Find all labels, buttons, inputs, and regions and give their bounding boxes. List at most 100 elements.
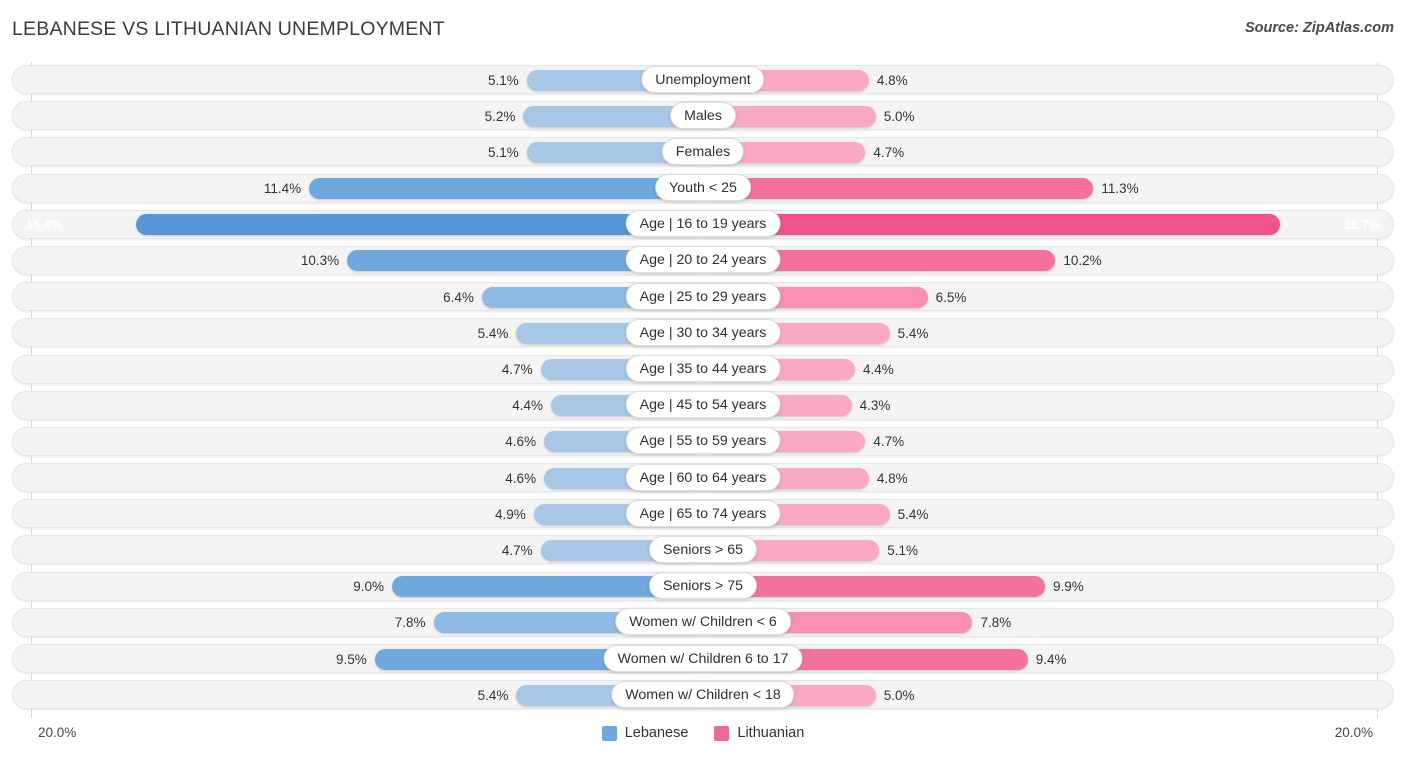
right-value-label: 7.8%	[980, 615, 1012, 631]
legend-swatch-icon	[601, 725, 617, 741]
left-bar-wrap: 4.7%	[12, 539, 703, 561]
category-label-pill: Age | 20 to 24 years	[625, 246, 781, 274]
legend-label: Lebanese	[624, 725, 689, 741]
left-value-label: 7.8%	[394, 615, 426, 631]
left-bar	[136, 214, 703, 236]
left-bar-wrap: 4.6%	[12, 467, 703, 489]
left-bar-wrap: 4.9%	[12, 503, 703, 525]
category-label-pill: Youth < 25	[655, 174, 751, 202]
left-bar-wrap: 6.4%	[12, 286, 703, 308]
left-value-label: 5.1%	[488, 144, 519, 160]
category-label-pill: Unemployment	[641, 65, 765, 93]
right-bar-wrap: 4.4%	[703, 359, 1394, 380]
category-label-pill: Age | 55 to 59 years	[625, 427, 781, 455]
bar-row: 10.3% 10.2% Age | 20 to 24 years	[0, 243, 1406, 279]
right-value-label: 4.3%	[859, 398, 891, 414]
right-bar-wrap: 11.3%	[703, 178, 1394, 200]
legend-swatch-icon	[714, 725, 730, 741]
right-value-label: 9.9%	[1053, 579, 1084, 595]
bar-row: 11.4% 11.3% Youth < 25	[0, 171, 1406, 207]
right-bar-wrap: 5.4%	[703, 503, 1394, 525]
right-bar-wrap: 6.5%	[703, 286, 1394, 308]
legend-item[interactable]: Lithuanian	[714, 725, 804, 741]
left-value-label: 4.6%	[505, 470, 537, 486]
left-bar-wrap: 4.6%	[12, 431, 703, 453]
chart-plot-area: 5.1% 4.8% Unemployment 5.2% 5.0% Males 5.1% 4.7…	[0, 62, 1406, 718]
category-label-pill: Seniors > 75	[648, 572, 758, 600]
right-bar-wrap: 16.7%	[703, 214, 1394, 236]
bar-row: 4.6% 4.7% Age | 55 to 59 years	[0, 424, 1406, 460]
left-value-label: 5.1%	[488, 72, 519, 88]
category-label-pill: Age | 45 to 54 years	[625, 391, 781, 419]
legend-label: Lithuanian	[737, 725, 805, 741]
source-attribution: Source: ZipAtlas.com	[1244, 20, 1394, 36]
left-bar-wrap: 16.4%	[12, 214, 703, 236]
category-label-pill: Females	[661, 137, 745, 165]
left-value-label: 5.2%	[484, 108, 516, 124]
left-bar	[309, 178, 703, 200]
bar-row: 5.4% 5.0% Women w/ Children < 18	[0, 677, 1406, 713]
chart-footer: 20.0% 20.0% Lebanese Lithuanian	[0, 714, 1406, 757]
left-value-label: 9.0%	[353, 579, 385, 595]
right-bar-wrap: 5.0%	[703, 105, 1394, 127]
right-value-label: 6.5%	[935, 289, 967, 305]
bar-row: 4.4% 4.3% Age | 45 to 54 years	[0, 388, 1406, 424]
right-bar-wrap: 9.9%	[703, 576, 1394, 598]
left-bar-wrap: 11.4%	[12, 178, 703, 200]
bar-row: 6.4% 6.5% Age | 25 to 29 years	[0, 279, 1406, 315]
right-value-label: 9.4%	[1035, 651, 1067, 667]
right-value-label: 5.0%	[883, 687, 915, 703]
right-bar-wrap: 5.1%	[703, 539, 1394, 561]
left-bar-wrap: 9.5%	[12, 648, 703, 670]
left-bar-wrap: 4.7%	[12, 359, 703, 380]
bar-rows-container: 5.1% 4.8% Unemployment 5.2% 5.0% Males 5.1% 4.7…	[0, 62, 1406, 713]
right-value-label: 5.0%	[883, 108, 915, 124]
left-value-label: 4.7%	[501, 542, 533, 558]
left-value-label: 4.9%	[494, 506, 526, 522]
right-bar-wrap: 10.2%	[703, 250, 1394, 272]
category-label-pill: Age | 35 to 44 years	[625, 355, 781, 382]
left-value-label: 10.3%	[300, 253, 340, 269]
right-value-label: 4.8%	[876, 72, 908, 88]
left-bar-wrap: 5.4%	[12, 322, 703, 344]
category-label-pill: Women w/ Children < 6	[615, 608, 791, 636]
right-value-label: 16.7%	[1343, 217, 1380, 233]
right-value-label: 4.8%	[876, 470, 908, 486]
right-bar-wrap: 5.0%	[703, 684, 1394, 706]
right-value-label: 4.4%	[863, 362, 894, 377]
right-bar	[703, 214, 1280, 236]
bar-row: 5.4% 5.4% Age | 30 to 34 years	[0, 315, 1406, 351]
bar-row: 4.9% 5.4% Age | 65 to 74 years	[0, 496, 1406, 532]
category-label-pill: Males	[670, 101, 736, 129]
category-label-pill: Age | 60 to 64 years	[625, 463, 781, 491]
right-value-label: 5.4%	[897, 506, 929, 522]
left-value-label: 4.6%	[505, 434, 537, 450]
left-bar-wrap: 5.4%	[12, 684, 703, 706]
category-label-pill: Age | 30 to 34 years	[625, 318, 781, 346]
left-bar-wrap: 5.2%	[12, 105, 703, 127]
right-bar-wrap: 4.7%	[703, 431, 1394, 453]
left-value-label: 11.4%	[263, 181, 302, 197]
chart-legend: Lebanese Lithuanian	[0, 725, 1406, 741]
bar-row: 4.7% 5.1% Seniors > 65	[0, 532, 1406, 568]
right-bar-wrap: 4.8%	[703, 467, 1394, 489]
left-bar-wrap: 7.8%	[12, 612, 703, 634]
category-label-pill: Age | 16 to 19 years	[625, 210, 781, 238]
right-value-label: 11.3%	[1101, 181, 1139, 197]
bar-row: 9.5% 9.4% Women w/ Children 6 to 17	[0, 641, 1406, 677]
left-bar-wrap: 10.3%	[12, 250, 703, 272]
right-bar-wrap: 7.8%	[703, 612, 1394, 634]
bar-row: 7.8% 7.8% Women w/ Children < 6	[0, 605, 1406, 641]
category-label-pill: Women w/ Children < 18	[611, 680, 795, 708]
legend-item[interactable]: Lebanese	[601, 725, 689, 741]
right-bar-wrap: 4.7%	[703, 141, 1394, 163]
bar-row: 5.1% 4.7% Females	[0, 134, 1406, 170]
left-value-label: 5.4%	[477, 687, 509, 703]
right-bar-wrap: 9.4%	[703, 648, 1394, 670]
right-value-label: 5.1%	[887, 542, 918, 558]
bar-row: 4.6% 4.8% Age | 60 to 64 years	[0, 460, 1406, 496]
right-bar	[703, 178, 1094, 200]
left-bar-wrap: 9.0%	[12, 576, 703, 598]
right-bar-wrap: 4.3%	[703, 395, 1394, 417]
right-value-label: 4.7%	[873, 144, 905, 160]
